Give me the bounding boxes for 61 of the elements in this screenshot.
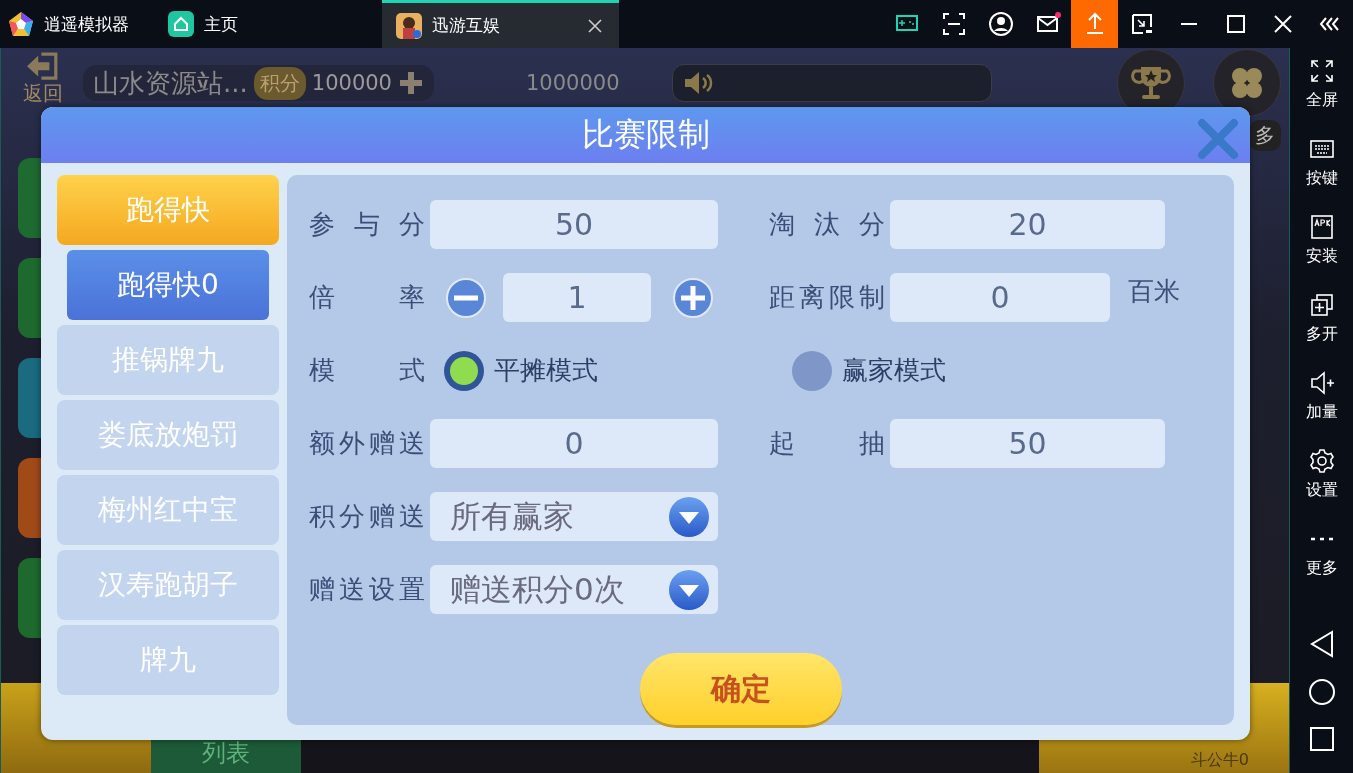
more-label[interactable]: 多: [1249, 120, 1281, 151]
input-field[interactable]: 0: [430, 419, 718, 468]
settings-icon[interactable]: [1308, 448, 1335, 474]
input-field[interactable]: 50: [890, 419, 1165, 468]
close-icon[interactable]: [587, 17, 603, 34]
input-field[interactable]: 50: [430, 200, 718, 249]
field-label: 额外赠送: [309, 427, 425, 460]
back-icon[interactable]: [1308, 630, 1335, 658]
app-icon: [396, 12, 422, 39]
input-field[interactable]: 1: [503, 273, 651, 322]
caret-icon: [668, 568, 710, 611]
room-name: 山水资源站...: [93, 66, 248, 100]
points-value: 100000: [311, 71, 392, 95]
sidebar-label[interactable]: 设置: [1305, 480, 1338, 501]
home-icon: [168, 11, 194, 37]
rule-menu-item[interactable]: 跑得快0: [67, 250, 269, 320]
caret-icon: [668, 495, 710, 538]
plus-icon[interactable]: [397, 70, 424, 96]
dropdown[interactable]: 赠送积分0次: [430, 565, 718, 614]
pentagon-logo-icon: [8, 11, 34, 37]
field-label: 起抽: [769, 427, 885, 460]
user-icon[interactable]: [987, 11, 1014, 37]
windows-icon[interactable]: [1308, 292, 1335, 318]
sidebar-label[interactable]: 多开: [1305, 324, 1338, 345]
screenshot-icon[interactable]: [940, 11, 967, 37]
dialog-title: 比赛限制: [581, 114, 710, 155]
sidebar-label[interactable]: 安装: [1305, 246, 1338, 267]
dropdown[interactable]: 所有赢家: [430, 492, 718, 541]
field-label: 倍率: [309, 281, 425, 314]
radio-button[interactable]: [792, 350, 832, 391]
list-tab[interactable]: 列表: [202, 737, 250, 769]
field-label: 距离限制: [769, 281, 885, 314]
recents-icon[interactable]: [1308, 726, 1335, 752]
input-field[interactable]: 20: [890, 200, 1165, 249]
sidebar-label[interactable]: 全屏: [1305, 90, 1338, 111]
volume-up-icon[interactable]: [1308, 370, 1335, 396]
speaker-icon: [682, 70, 713, 96]
sidebar-label[interactable]: 更多: [1305, 558, 1338, 579]
home-icon[interactable]: [1307, 678, 1336, 706]
fullscreen-icon[interactable]: [1308, 58, 1335, 84]
input-field[interactable]: 0: [890, 273, 1110, 322]
tab[interactable]: 主页: [160, 0, 382, 48]
sidebar-label[interactable]: 按键: [1305, 168, 1338, 189]
confirm-button[interactable]: 确定: [640, 653, 842, 725]
apk-icon[interactable]: [1308, 214, 1335, 240]
field-label: 赠送设置: [309, 573, 425, 606]
field-label: 模式: [309, 354, 425, 387]
coins-value: 1000000: [525, 71, 620, 95]
back-label[interactable]: 返回: [23, 83, 63, 103]
minus-icon[interactable]: [446, 277, 486, 318]
radio-label[interactable]: 赢家模式: [842, 353, 946, 388]
radio-button[interactable]: [444, 350, 484, 391]
tab[interactable]: 逍遥模拟器: [0, 0, 160, 48]
field-label: 淘汰分: [769, 208, 885, 241]
points-label: 积分: [253, 66, 306, 100]
sidebar-label[interactable]: 加量: [1305, 402, 1338, 423]
field-label: 积分赠送: [309, 500, 425, 533]
tab[interactable]: 迅游互娱: [382, 0, 619, 48]
field-label: 参与分: [309, 208, 425, 241]
unit-label: 百米: [1128, 275, 1180, 308]
radio-label[interactable]: 平摊模式: [494, 353, 598, 388]
